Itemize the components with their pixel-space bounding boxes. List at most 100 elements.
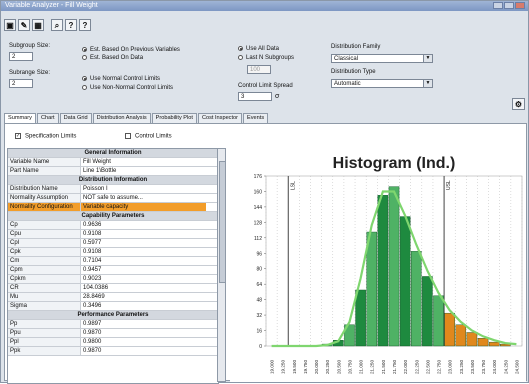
table-row: Part Name Line 1\Bottle <box>8 167 218 176</box>
scrollbar-thumb[interactable] <box>219 161 226 283</box>
analyzer-window: Variable Analyzer - Fill Weight ▣ ✎ ▦ ⌕?? S… <box>0 0 529 384</box>
control-limits-checkbox[interactable]: Control Limits <box>125 133 172 140</box>
distribution-family-select[interactable]: Classical ▼ <box>331 54 433 63</box>
last-n-subgroups-label: Last N Subgroups <box>246 55 295 62</box>
histogram-bar <box>488 341 500 347</box>
y-tick-label: 64 <box>256 282 262 288</box>
table-row: Normality Configuration Variable capacity <box>8 203 218 212</box>
y-tick-label: 112 <box>254 236 262 242</box>
last-n-input[interactable]: 100 <box>247 65 271 74</box>
question-icon[interactable]: ? <box>79 19 91 31</box>
control-limit-spread-input[interactable]: 3 <box>238 92 272 101</box>
table-value: 0.7104 <box>83 258 102 264</box>
table-row: Distribution Name Poisson I <box>8 185 218 194</box>
x-tick-label: 20.500 <box>336 360 341 374</box>
spec-limits-checkbox[interactable]: ✓ Specification Limits <box>15 133 76 140</box>
tab-distribution-analysis[interactable]: Distribution Analysis <box>92 113 151 123</box>
table-value: 0.9897 <box>83 321 102 327</box>
distribution-type-select[interactable]: Automatic ▼ <box>331 79 433 88</box>
table-value: Poisson I <box>83 186 108 192</box>
histogram-bar <box>366 231 378 347</box>
maximize-button[interactable] <box>504 2 514 9</box>
table-key: CR <box>8 284 81 292</box>
table-value: 0.9870 <box>83 330 102 336</box>
y-tick-label: 80 <box>256 267 262 273</box>
tab-events[interactable]: Events <box>243 113 269 123</box>
histogram-bar <box>466 332 478 347</box>
checkbox-checked[interactable]: ✓ <box>15 133 21 139</box>
table-value: 0.5977 <box>83 240 102 246</box>
table-row: Cp 0.9636 <box>8 221 218 230</box>
tab-probability-plot[interactable]: Probability Plot <box>151 113 197 123</box>
table-row: CR 104.0386 <box>8 284 218 293</box>
table-value: Variable capacity <box>81 203 206 211</box>
subrange-size-input[interactable]: 2 <box>9 79 33 88</box>
est-previous-radio[interactable] <box>82 47 87 52</box>
chart-title: Histogram (Ind.) <box>333 155 456 172</box>
table-value: 0.3496 <box>83 303 102 309</box>
y-tick-label: 48 <box>256 298 262 304</box>
x-tick-label: 21.000 <box>359 360 364 374</box>
table-key: Mu <box>8 293 81 301</box>
table-scrollbar[interactable] <box>217 148 226 382</box>
minimize-button[interactable] <box>493 2 503 9</box>
control-limit-spread-label: Control Limit Spread <box>238 83 293 89</box>
tab-data-grid[interactable]: Data Grid <box>59 113 92 123</box>
chevron-down-icon[interactable]: ▼ <box>423 80 432 87</box>
use-all-data-option[interactable]: Use All Data <box>238 46 279 52</box>
x-tick-label: 20.000 <box>314 360 319 374</box>
distribution-family-label: Distribution Family <box>331 44 381 50</box>
tab-cost-inspector[interactable]: Cost Inspector <box>197 113 243 123</box>
est-data-option[interactable]: Est. Based On Data <box>82 55 143 61</box>
table-value: 104.0386 <box>83 285 109 291</box>
chevron-down-icon[interactable]: ▼ <box>423 55 432 62</box>
subgroup-size-input[interactable]: 2 <box>9 52 33 61</box>
x-tick-label: 21.250 <box>370 360 375 374</box>
spec-limits-label: Specification Limits <box>25 133 77 140</box>
table-value: Fill Weight <box>83 159 111 165</box>
nonnormal-limits-radio[interactable] <box>82 85 87 90</box>
normal-limits-option[interactable]: Use Normal Control Limits <box>82 76 160 82</box>
last-n-subgroups-option[interactable]: Last N Subgroups <box>238 55 294 61</box>
save-icon[interactable]: ▣ <box>4 19 16 31</box>
table-key: Distribution Name <box>8 185 81 193</box>
last-n-subgroups-radio[interactable] <box>238 55 243 60</box>
table-value: 0.9108 <box>83 231 102 237</box>
grid-icon[interactable]: ▦ <box>32 19 44 31</box>
use-all-data-label: Use All Data <box>246 46 280 53</box>
histogram-bar <box>433 295 444 347</box>
y-tick-label: 160 <box>254 189 263 195</box>
settings-gear-icon[interactable]: ⚙ <box>512 98 525 110</box>
table-key: Cpk <box>8 248 81 256</box>
normal-limits-radio[interactable] <box>82 76 87 81</box>
est-data-radio[interactable] <box>82 55 87 60</box>
use-all-data-radio[interactable] <box>238 46 243 51</box>
table-key: Part Name <box>8 167 81 175</box>
x-tick-label: 20.250 <box>325 360 330 374</box>
table-key: Variable Name <box>8 158 81 166</box>
histogram-svg: Histogram (Ind.)176160144128112968064483… <box>254 155 523 374</box>
x-tick-label: 24.000 <box>492 360 497 374</box>
table-value: 0.9870 <box>83 348 102 354</box>
close-button[interactable] <box>515 2 525 9</box>
x-tick-label: 21.500 <box>381 360 386 374</box>
table-row: Mu 28.8469 <box>8 293 218 302</box>
y-tick-label: 144 <box>254 205 263 211</box>
sigma-symbol: σ <box>275 93 280 100</box>
tab-chart[interactable]: Chart <box>36 113 59 123</box>
x-tick-label: 19.750 <box>303 360 308 374</box>
nonnormal-limits-option[interactable]: Use Non-Normal Control Limits <box>82 85 173 91</box>
table-section-header: General Information <box>8 149 218 158</box>
est-previous-option[interactable]: Est. Based On Previous Variables <box>82 47 180 53</box>
y-tick-label: 96 <box>256 251 262 257</box>
search-icon[interactable]: ⌕ <box>51 19 63 31</box>
x-tick-label: 24.500 <box>514 360 519 374</box>
x-tick-label: 22.500 <box>425 360 430 374</box>
tools-icon[interactable]: ✎ <box>18 19 30 31</box>
x-tick-label: 21.750 <box>392 360 397 374</box>
help-icon[interactable]: ? <box>65 19 77 31</box>
table-row: Cpkm 0.9023 <box>8 275 218 284</box>
y-tick-label: 32 <box>256 313 262 319</box>
distribution-type-value: Automatic <box>334 81 361 87</box>
checkbox-unchecked[interactable] <box>125 133 131 139</box>
